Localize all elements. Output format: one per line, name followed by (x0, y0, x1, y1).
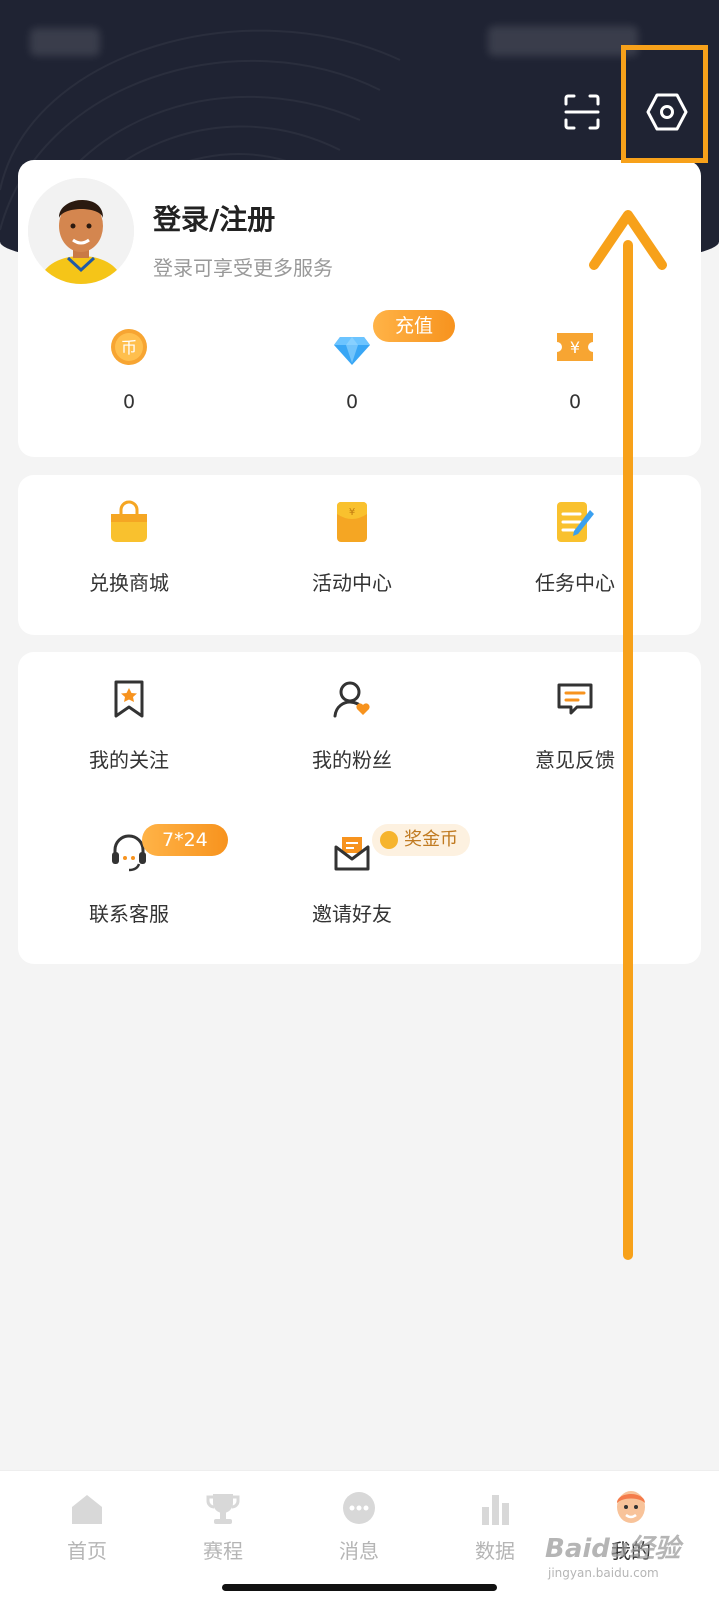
diamond-count: 0 (345, 391, 359, 413)
bonus-coin-badge: 奖金币 (372, 824, 470, 856)
tab-messages[interactable]: 消息 (309, 1489, 409, 1564)
feedback-icon (557, 683, 593, 715)
diamond-icon (334, 337, 370, 365)
red-packet-icon: ¥ (337, 502, 367, 542)
avatar[interactable] (28, 178, 134, 284)
task-center-item[interactable]: 任务中心 (500, 497, 650, 596)
bar-chart-icon (482, 1495, 509, 1525)
task-notepad-icon (557, 502, 594, 542)
activity-center-item[interactable]: ¥ 活动中心 (277, 497, 427, 596)
home-icon (72, 1495, 102, 1524)
exchange-mall-item[interactable]: 兑换商城 (54, 497, 204, 596)
tools-card: 我的关注 我的粉丝 意见反馈 联系客服 7*24 邀请好友 奖金币 (18, 652, 701, 964)
activity-center-label: 活动中心 (312, 571, 392, 595)
status-bar-time (30, 28, 100, 56)
svg-text:¥: ¥ (570, 338, 580, 357)
tab-data-label: 数据 (475, 1539, 515, 1563)
wallet-coins[interactable]: 币 0 (59, 325, 199, 413)
scan-button[interactable] (560, 90, 604, 134)
contact-service-label: 联系客服 (89, 902, 169, 926)
my-fans-item[interactable]: 我的粉丝 (277, 674, 427, 773)
annotation-highlight-box (621, 45, 708, 163)
tab-schedule-label: 赛程 (203, 1539, 243, 1563)
bookmark-star-icon (114, 680, 144, 718)
tab-home[interactable]: 首页 (37, 1489, 137, 1564)
feedback-item[interactable]: 意见反馈 (500, 674, 650, 773)
mini-coin-icon (380, 831, 398, 849)
baidu-watermark: Baidu经验 (545, 1534, 681, 1564)
tab-schedule[interactable]: 赛程 (173, 1489, 273, 1564)
my-follows-label: 我的关注 (89, 748, 169, 772)
fans-icon (333, 681, 370, 718)
svg-text:币: 币 (121, 338, 137, 357)
mine-avatar-icon (617, 1491, 645, 1523)
svg-text:¥: ¥ (349, 507, 355, 518)
scan-icon (564, 94, 600, 130)
status-bar-indicators (488, 26, 638, 56)
exchange-mall-label: 兑换商城 (89, 571, 169, 595)
coin-icon: 币 (111, 329, 147, 365)
ticket-count: 0 (568, 391, 582, 413)
baidu-watermark-url: jingyan.baidu.com (548, 1566, 659, 1580)
task-center-label: 任务中心 (535, 571, 615, 595)
service-hours-badge: 7*24 (142, 824, 228, 856)
login-register-link[interactable]: 登录/注册 (153, 198, 275, 238)
player-avatar-icon (28, 178, 134, 284)
my-follows-item[interactable]: 我的关注 (54, 674, 204, 773)
tab-messages-label: 消息 (339, 1539, 379, 1563)
coin-count: 0 (122, 391, 136, 413)
my-fans-label: 我的粉丝 (312, 748, 392, 772)
services-card: 兑换商城 ¥ 活动中心 任务中心 (18, 475, 701, 635)
tab-data[interactable]: 数据 (445, 1489, 545, 1564)
home-indicator (222, 1584, 497, 1591)
profile-card: 登录/注册 登录可享受更多服务 币 0 0 充值 ¥ 0 (18, 160, 701, 457)
invite-friends-label: 邀请好友 (312, 902, 392, 926)
recharge-badge[interactable]: 充值 (373, 310, 456, 342)
trophy-icon (206, 1494, 240, 1524)
ticket-icon: ¥ (557, 333, 593, 361)
wallet-tickets[interactable]: ¥ 0 (505, 325, 645, 413)
message-icon (343, 1492, 375, 1524)
shopping-bag-icon (111, 500, 147, 542)
feedback-label: 意见反馈 (535, 748, 615, 772)
tab-home-label: 首页 (67, 1539, 107, 1563)
bonus-coin-label: 奖金币 (404, 829, 458, 850)
invite-envelope-icon (334, 837, 370, 871)
login-subtitle: 登录可享受更多服务 (153, 256, 333, 280)
